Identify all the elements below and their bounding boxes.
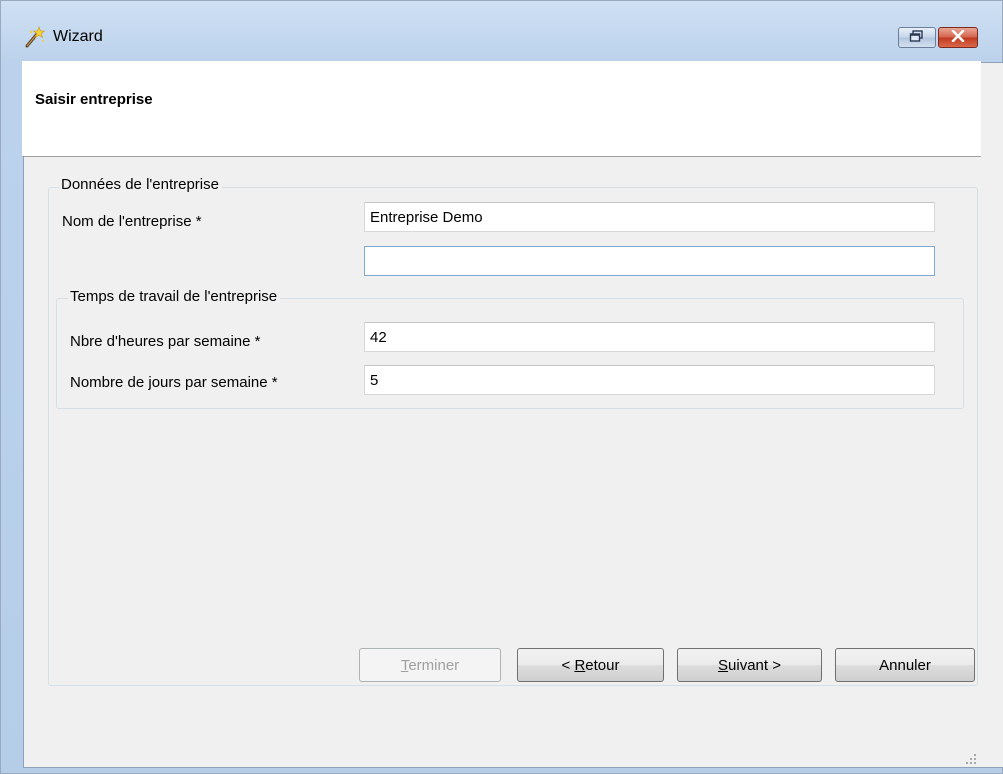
restore-button[interactable] <box>898 27 936 48</box>
finish-button-label: Terminer <box>400 656 460 674</box>
window-title: Wizard <box>53 28 103 45</box>
restore-icon <box>909 29 925 46</box>
next-button[interactable]: Suivant > <box>677 648 822 682</box>
finish-button[interactable]: Terminer <box>359 648 501 682</box>
wizard-wand-icon <box>23 25 47 49</box>
hours-per-week-input[interactable] <box>364 322 935 352</box>
company-name-input[interactable] <box>364 202 935 232</box>
back-button-label: < Retour <box>561 656 620 674</box>
days-per-week-label: Nombre de jours par semaine * <box>70 374 278 391</box>
close-button[interactable] <box>938 27 978 48</box>
wizard-header: Saisir entreprise <box>22 61 981 157</box>
resize-grip[interactable] <box>965 752 977 764</box>
cancel-button[interactable]: Annuler <box>835 648 975 682</box>
days-per-week-input[interactable] <box>364 365 935 395</box>
work-time-group-label: Temps de travail de l'entreprise <box>68 288 281 305</box>
hours-per-week-label: Nbre d'heures par semaine * <box>70 333 261 350</box>
page-title: Saisir entreprise <box>35 91 153 108</box>
company-data-group-label: Données de l'entreprise <box>59 176 222 193</box>
close-icon <box>951 29 965 46</box>
back-button[interactable]: < Retour <box>517 648 664 682</box>
company-name-line2-input[interactable] <box>364 246 935 276</box>
next-button-label: Suivant > <box>718 656 781 674</box>
company-name-label: Nom de l'entreprise * <box>62 213 202 230</box>
title-bar[interactable]: Wizard <box>1 1 1002 61</box>
